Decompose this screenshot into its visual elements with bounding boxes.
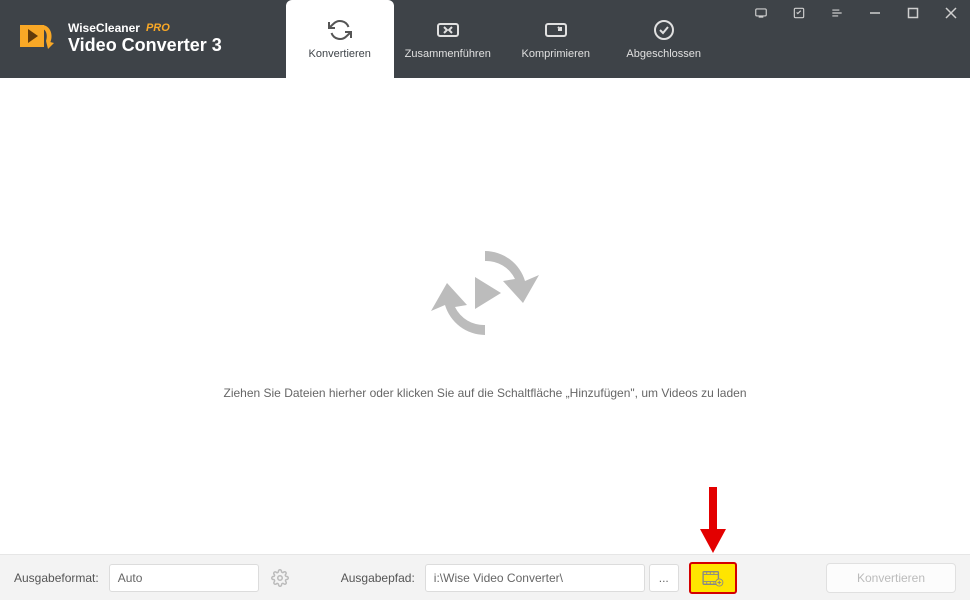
logo-text: WiseCleaner PRO Video Converter 3 [68,21,222,57]
drop-zone[interactable]: Ziehen Sie Dateien hierher oder klicken … [0,78,970,554]
minimize-icon[interactable] [856,0,894,26]
checklist-icon[interactable] [780,0,818,26]
maximize-icon[interactable] [894,0,932,26]
product-name: Video Converter 3 [68,35,222,57]
done-icon [652,18,676,42]
tab-label: Komprimieren [522,48,590,60]
format-field[interactable]: Auto [109,564,259,592]
title-bar: WiseCleaner PRO Video Converter 3 Konver… [0,0,970,78]
drop-zone-text: Ziehen Sie Dateien hierher oder klicken … [223,386,746,400]
pro-badge: PRO [146,22,170,35]
path-field[interactable]: i:\Wise Video Converter\ [425,564,645,592]
convert-button[interactable]: Konvertieren [826,563,956,593]
format-label: Ausgabeformat: [14,571,99,585]
window-controls [742,0,970,26]
video-add-icon [702,569,724,587]
menu-icon[interactable] [818,0,856,26]
compress-icon [544,18,568,42]
tab-done[interactable]: Abgeschlossen [610,0,718,78]
tabs: Konvertieren Zusammenführen Komprimieren… [286,0,718,78]
bottom-toolbar: Ausgabeformat: Auto Ausgabepfad: i:\Wise… [0,554,970,600]
tab-label: Konvertieren [309,48,371,60]
gear-icon[interactable] [269,567,291,589]
tab-label: Zusammenführen [405,48,491,60]
add-video-button[interactable] [689,562,737,594]
refresh-play-icon [425,233,545,358]
tab-label: Abgeschlossen [626,48,701,60]
arrow-annotation [700,487,726,556]
tab-compress[interactable]: Komprimieren [502,0,610,78]
path-label: Ausgabepfad: [341,571,415,585]
app-logo-icon [14,17,58,61]
merge-icon [436,18,460,42]
convert-icon [328,18,352,42]
close-icon[interactable] [932,0,970,26]
feedback-icon[interactable] [742,0,780,26]
vendor-name: WiseCleaner [68,21,140,35]
logo-area: WiseCleaner PRO Video Converter 3 [0,0,236,78]
tab-merge[interactable]: Zusammenführen [394,0,502,78]
tab-convert[interactable]: Konvertieren [286,0,394,78]
browse-button[interactable]: ... [649,564,679,592]
